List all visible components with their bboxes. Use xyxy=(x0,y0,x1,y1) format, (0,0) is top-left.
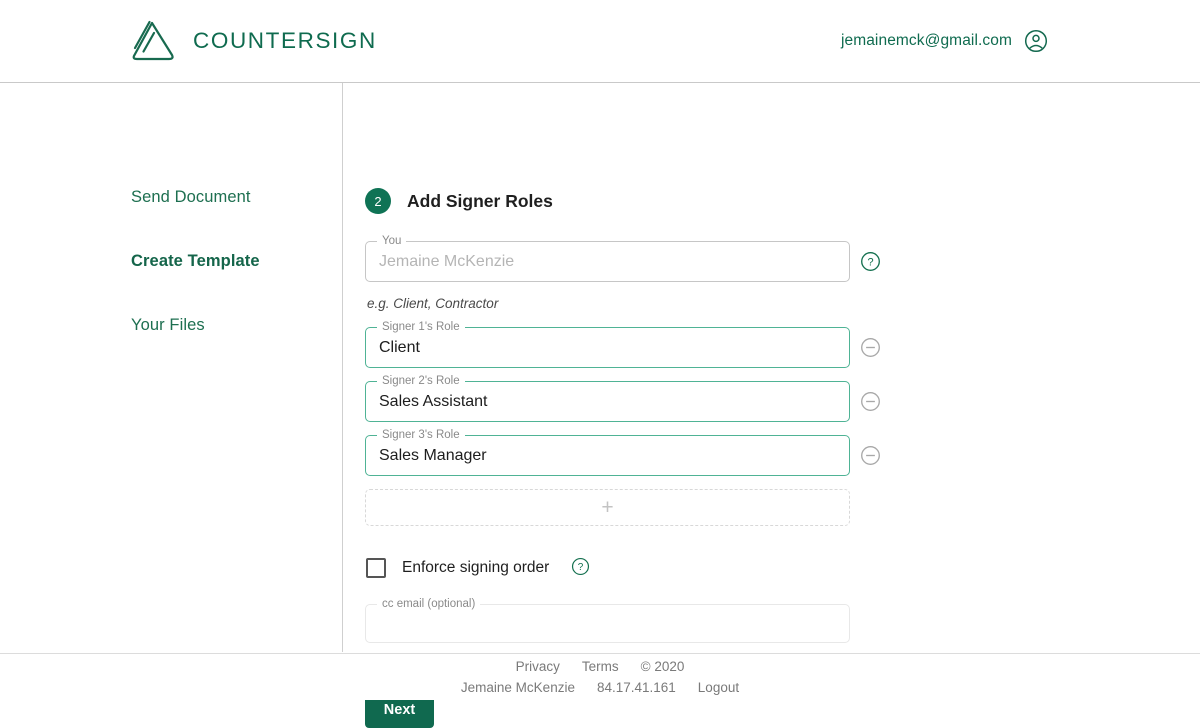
footer-copyright: © 2020 xyxy=(640,659,685,674)
footer-session-row: Jemaine McKenzie 84.17.41.161 Logout xyxy=(461,680,739,695)
signer-3-role-input[interactable]: Signer 3's Role Sales Manager xyxy=(365,428,850,476)
plus-icon: + xyxy=(601,496,614,519)
minus-circle-icon[interactable] xyxy=(860,445,881,466)
signer-3-role-value: Sales Manager xyxy=(379,446,487,464)
enforce-signing-order-label: Enforce signing order xyxy=(402,558,550,576)
signer-role-row: Signer 3's Role Sales Manager xyxy=(365,428,895,476)
page-title: Add Signer Roles xyxy=(407,190,553,211)
cc-email-input[interactable]: cc email (optional) xyxy=(365,597,850,643)
page-footer: Privacy Terms © 2020 Jemaine McKenzie 84… xyxy=(0,653,1200,700)
svg-text:?: ? xyxy=(578,562,584,573)
you-field-row: You Jemaine McKenzie ? xyxy=(365,234,895,282)
app-header: COUNTERSIGN jemainemck@gmail.com xyxy=(0,0,1200,83)
help-circle-icon[interactable]: ? xyxy=(860,251,881,272)
footer-ip-address: 84.17.41.161 xyxy=(596,680,676,695)
footer-logout-link[interactable]: Logout xyxy=(698,680,739,695)
main-content: 2 Add Signer Roles You Jemaine McKenzie … xyxy=(343,83,1200,728)
signer-2-role-label: Signer 2's Role xyxy=(377,374,465,389)
sidebar-item-create-template[interactable]: Create Template xyxy=(131,252,342,271)
minus-circle-icon[interactable] xyxy=(860,337,881,358)
svg-text:?: ? xyxy=(867,257,873,269)
sidebar-item-send-document[interactable]: Send Document xyxy=(131,188,342,207)
signer-role-row: Signer 2's Role Sales Assistant xyxy=(365,374,895,422)
sidebar-item-your-files[interactable]: Your Files xyxy=(131,316,342,335)
enforce-signing-order-row: Enforce signing order ? xyxy=(366,557,895,578)
signer-3-role-label: Signer 3's Role xyxy=(377,428,465,443)
signer-role-row: Signer 1's Role Client xyxy=(365,320,895,368)
step-badge: 2 xyxy=(365,188,391,214)
sidebar-nav: Send Document Create Template Your Files xyxy=(0,83,343,652)
account-email[interactable]: jemainemck@gmail.com xyxy=(841,32,1012,50)
signer-2-role-input[interactable]: Signer 2's Role Sales Assistant xyxy=(365,374,850,422)
signer-1-role-value: Client xyxy=(379,338,420,356)
footer-terms-link[interactable]: Terms xyxy=(582,659,619,674)
signer-1-role-label: Signer 1's Role xyxy=(377,320,465,335)
footer-privacy-link[interactable]: Privacy xyxy=(516,659,560,674)
signer-1-role-input[interactable]: Signer 1's Role Client xyxy=(365,320,850,368)
add-signer-row-button[interactable]: + xyxy=(365,489,850,526)
enforce-signing-order-checkbox[interactable] xyxy=(366,557,386,578)
countersign-triangle-logo-icon xyxy=(128,18,178,64)
signer-2-role-value: Sales Assistant xyxy=(379,392,488,410)
step-header: 2 Add Signer Roles xyxy=(365,188,1200,214)
you-field-value: Jemaine McKenzie xyxy=(379,252,515,270)
account-area[interactable]: jemainemck@gmail.com xyxy=(841,29,1048,53)
account-circle-icon[interactable] xyxy=(1024,29,1048,53)
footer-links-row: Privacy Terms © 2020 xyxy=(516,659,685,674)
help-circle-icon[interactable]: ? xyxy=(571,557,592,578)
you-field-label: You xyxy=(377,234,407,249)
cc-email-label: cc email (optional) xyxy=(377,597,481,612)
footer-user-name: Jemaine McKenzie xyxy=(460,680,575,695)
minus-circle-icon[interactable] xyxy=(860,391,881,412)
you-field[interactable]: You Jemaine McKenzie xyxy=(365,234,850,282)
brand-name: COUNTERSIGN xyxy=(193,28,377,53)
roles-hint: e.g. Client, Contractor xyxy=(367,296,499,311)
page-body: Send Document Create Template Your Files… xyxy=(0,83,1200,728)
brand-logo[interactable]: COUNTERSIGN xyxy=(128,18,377,64)
